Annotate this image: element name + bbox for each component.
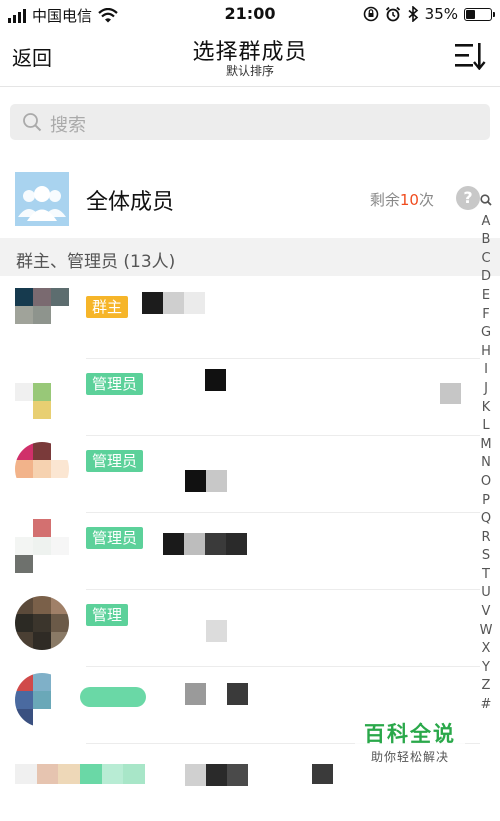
index-letter[interactable]: D — [476, 268, 496, 287]
index-letter[interactable]: Y — [476, 659, 496, 678]
battery-percent: 35% — [424, 5, 458, 23]
search-input[interactable]: 搜索 — [10, 104, 490, 140]
index-letter[interactable]: A — [476, 213, 496, 232]
index-letter[interactable]: H — [476, 343, 496, 362]
search-placeholder: 搜索 — [50, 115, 86, 136]
avatar — [15, 519, 69, 573]
index-letter[interactable]: W — [476, 622, 496, 641]
bluetooth-icon — [408, 6, 418, 22]
all-members-row[interactable]: 全体成员 剩余10次 ? — [0, 164, 480, 234]
member-row[interactable]: 管理员 — [0, 513, 480, 590]
blurred-block — [440, 383, 461, 404]
index-letter[interactable]: E — [476, 287, 496, 306]
alphabet-index[interactable]: A B C D E F G H I J K L M N O P Q R S T U V W X Y Z # — [476, 194, 496, 715]
index-letter[interactable]: X — [476, 640, 496, 659]
sort-icon[interactable] — [454, 42, 486, 70]
avatar — [15, 442, 69, 496]
member-name — [206, 620, 227, 642]
member-row[interactable]: 管理员 — [0, 436, 480, 513]
avatar — [15, 764, 146, 784]
index-letter[interactable]: R — [476, 529, 496, 548]
avatar — [15, 288, 69, 342]
index-letter[interactable]: G — [476, 324, 496, 343]
index-letter[interactable]: O — [476, 473, 496, 492]
orientation-lock-icon — [363, 6, 378, 22]
battery-icon — [464, 7, 495, 21]
all-members-label: 全体成员 — [86, 190, 175, 215]
index-letter[interactable]: T — [476, 566, 496, 585]
remaining-suffix: 次 — [418, 191, 434, 209]
index-letter[interactable]: S — [476, 547, 496, 566]
status-right: 35% — [363, 5, 495, 23]
remaining-count-text: 剩余10次 — [370, 189, 434, 210]
group-avatar-icon — [15, 172, 69, 226]
index-letter[interactable]: B — [476, 231, 496, 250]
role-badge: 管理员 — [86, 527, 144, 549]
role-badge: 管理 — [86, 604, 129, 626]
section-header-label: 群主、管理员 (13人) — [16, 252, 176, 272]
index-letter[interactable]: # — [476, 696, 496, 715]
watermark: 百科全说 助你轻松解决 — [355, 718, 465, 766]
index-letter[interactable]: I — [476, 361, 496, 380]
index-letter[interactable]: N — [476, 454, 496, 473]
remaining-count: 10 — [399, 191, 419, 209]
index-search-icon[interactable] — [476, 194, 496, 213]
avatar — [15, 596, 69, 650]
member-name — [205, 369, 226, 391]
index-letter[interactable]: F — [476, 306, 496, 325]
status-bar: 中国电信 21:00 35% — [0, 0, 500, 28]
role-badge: 群主 — [86, 296, 129, 318]
member-name — [163, 533, 247, 555]
index-letter[interactable]: K — [476, 399, 496, 418]
index-letter[interactable]: L — [476, 417, 496, 436]
role-badge: 管理员 — [86, 373, 144, 395]
sort-mode-label: 默认排序 — [225, 64, 274, 78]
search-icon — [23, 113, 42, 132]
alarm-icon — [385, 6, 400, 22]
section-header: 群主、管理员 (13人) — [0, 238, 500, 276]
remaining-prefix: 剩余 — [369, 191, 400, 209]
member-name — [142, 292, 205, 314]
avatar — [15, 365, 69, 419]
role-badge — [80, 687, 146, 707]
member-name — [185, 683, 248, 705]
navigation-bar: 返回 选择群成员 默认排序 — [0, 28, 500, 87]
avatar — [15, 673, 69, 727]
member-row[interactable]: 管理 — [0, 590, 480, 667]
index-letter[interactable]: P — [476, 492, 496, 511]
watermark-title: 百科全说 — [364, 722, 456, 746]
index-letter[interactable]: U — [476, 584, 496, 603]
watermark-subtitle: 助你轻松解决 — [370, 750, 449, 764]
index-letter[interactable]: M — [476, 436, 496, 455]
member-row[interactable]: 群主 — [0, 282, 480, 359]
index-letter[interactable]: C — [476, 250, 496, 269]
index-letter[interactable]: Q — [476, 510, 496, 529]
member-row[interactable]: 管理员 — [0, 359, 480, 436]
blurred-block — [312, 764, 333, 784]
index-letter[interactable]: V — [476, 603, 496, 622]
role-badge: 管理员 — [86, 450, 144, 472]
member-name — [185, 764, 248, 786]
member-name — [185, 470, 227, 492]
index-letter[interactable]: J — [476, 380, 496, 399]
index-letter[interactable]: Z — [476, 677, 496, 696]
